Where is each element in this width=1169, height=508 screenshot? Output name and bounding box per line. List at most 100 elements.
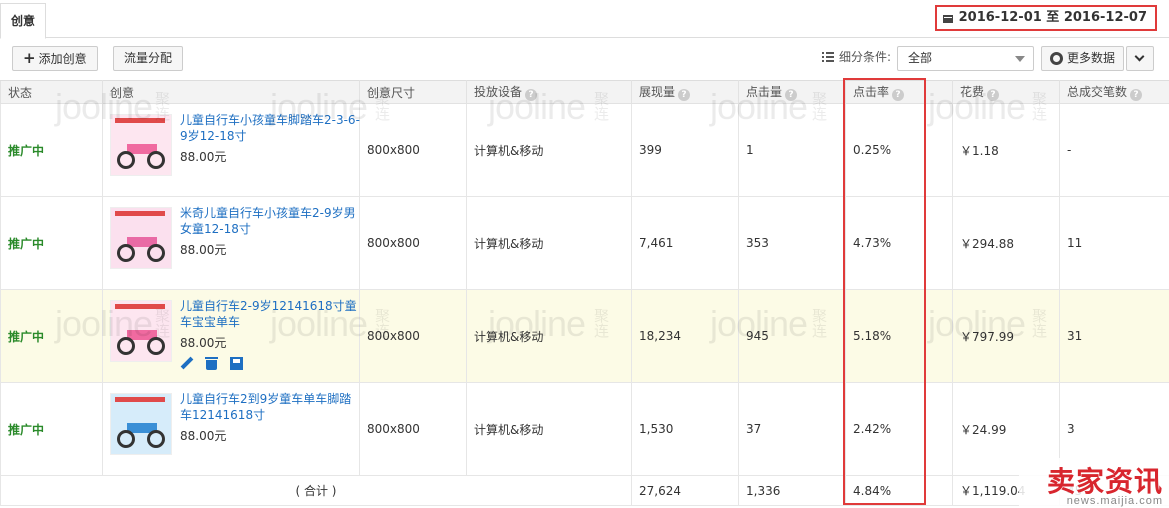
status-cell: 推广中 [0,103,103,197]
orders-cell: - [1059,103,1169,197]
table-row: 推广中 儿童自行车2-9岁12141618寸童车宝宝单车 88.00元 800x… [0,289,1169,383]
col-header-orders[interactable]: 总成交笔数? [1059,80,1169,104]
total-clicks: 1,336 [738,475,846,506]
more-data-button[interactable]: 更多数据 [1041,46,1125,71]
filter-label-group: 细分条件: [822,48,891,65]
creative-cell: 儿童自行车2-9岁12141618寸童车宝宝单车 88.00元 [102,289,360,383]
help-icon[interactable]: ? [987,89,1000,101]
size-cell: 800x800 [359,196,467,290]
col-header-impressions[interactable]: 展现量? [631,80,739,104]
edit-icon[interactable] [180,357,193,370]
device-cell: 计算机&移动 [466,289,632,383]
col-header-clicks[interactable]: 点击量? [738,80,846,104]
add-creative-button[interactable]: + 添加创意 [12,46,98,71]
gear-icon [1050,52,1063,65]
corner-logo-title: 卖家资讯 [1046,465,1163,498]
col-header-impressions-label: 展现量 [639,85,676,99]
ctr-cell: 2.42% [845,382,953,476]
col-header-size: 创意尺寸 [359,80,467,104]
col-header-device-label: 投放设备 [474,85,523,99]
more-data-dropdown-toggle[interactable] [1126,46,1154,71]
date-range-label: 2016-12-01 至 2016-12-07 [958,10,1147,25]
creative-title-link[interactable]: 儿童自行车2到9岁童车单车脚踏车12141618寸 [180,391,360,423]
filter-select[interactable]: 全部 [897,46,1034,71]
help-icon[interactable]: ? [1130,89,1143,101]
creative-cell: 米奇儿童自行车小孩童车2-9岁男女童12-18寸 88.00元 [102,196,360,290]
filter-select-value: 全部 [908,51,933,65]
clicks-cell: 945 [738,289,846,383]
tab-creative[interactable]: 创意 [0,3,46,39]
creative-table: 状态 创意 创意尺寸 投放设备? 展现量? 点击量? 点击率? 花费? 总成交笔… [0,80,1169,506]
cost-cell: ￥1.18 [952,103,1060,197]
cost-cell: ￥797.99 [952,289,1060,383]
table-header-row: 状态 创意 创意尺寸 投放设备? 展现量? 点击量? 点击率? 花费? 总成交笔… [0,80,1169,104]
toolbar: + 添加创意 流量分配 细分条件: 全部 更多数据 [0,38,1169,80]
date-range-picker[interactable]: 2016-12-01 至 2016-12-07 [934,5,1157,31]
device-cell: 计算机&移动 [466,196,632,290]
ctr-cell: 5.18% [845,289,953,383]
clicks-cell: 353 [738,196,846,290]
impressions-cell: 1,530 [631,382,739,476]
creative-price: 88.00元 [180,336,227,350]
table-row: 推广中 儿童自行车小孩童车脚踏车2-3-6-9岁12-18寸 88.00元 80… [0,103,1169,197]
list-icon [822,51,834,62]
col-header-ctr[interactable]: 点击率? [845,80,953,104]
product-thumbnail[interactable] [110,114,172,176]
size-cell: 800x800 [359,289,467,383]
total-label: ( 合计 ) [0,475,632,506]
help-icon[interactable]: ? [785,89,798,101]
help-icon[interactable]: ? [678,89,691,101]
row-actions [180,357,360,370]
col-header-status: 状态 [0,80,103,104]
impressions-cell: 7,461 [631,196,739,290]
help-icon[interactable]: ? [892,89,905,101]
status-cell: 推广中 [0,196,103,290]
product-thumbnail[interactable] [110,393,172,455]
creative-price: 88.00元 [180,150,227,164]
device-cell: 计算机&移动 [466,382,632,476]
impressions-cell: 18,234 [631,289,739,383]
size-cell: 800x800 [359,103,467,197]
creative-cell: 儿童自行车小孩童车脚踏车2-3-6-9岁12-18寸 88.00元 [102,103,360,197]
creative-price: 88.00元 [180,429,227,443]
corner-logo: 卖家资讯 news.maijia.com [1019,458,1169,508]
more-data-label: 更多数据 [1067,51,1116,65]
col-header-creative: 创意 [102,80,360,104]
table-row: 推广中 儿童自行车2到9岁童车单车脚踏车12141618寸 88.00元 800… [0,382,1169,476]
chevron-down-icon [1134,51,1145,62]
clicks-cell: 1 [738,103,846,197]
creative-cell: 儿童自行车2到9岁童车单车脚踏车12141618寸 88.00元 [102,382,360,476]
add-creative-label: 添加创意 [38,52,87,66]
trash-icon[interactable] [205,357,218,370]
ctr-cell: 0.25% [845,103,953,197]
filter-label: 细分条件: [839,50,892,64]
status-cell: 推广中 [0,382,103,476]
ctr-cell: 4.73% [845,196,953,290]
col-header-ctr-label: 点击率 [853,85,890,99]
table-row: 推广中 米奇儿童自行车小孩童车2-9岁男女童12-18寸 88.00元 800x… [0,196,1169,290]
caret-down-icon [1015,56,1025,62]
total-ctr: 4.84% [845,475,953,506]
calendar-icon [942,13,953,23]
impressions-cell: 399 [631,103,739,197]
creative-title-link[interactable]: 儿童自行车小孩童车脚踏车2-3-6-9岁12-18寸 [180,112,360,144]
orders-cell: 11 [1059,196,1169,290]
traffic-allocation-button[interactable]: 流量分配 [113,46,184,71]
tab-bar: 创意 2016-12-01 至 2016-12-07 [0,0,1169,39]
col-header-device: 投放设备? [466,80,632,104]
orders-cell: 31 [1059,289,1169,383]
product-thumbnail[interactable] [110,300,172,362]
save-icon[interactable] [230,357,243,370]
clicks-cell: 37 [738,382,846,476]
creative-title-link[interactable]: 米奇儿童自行车小孩童车2-9岁男女童12-18寸 [180,205,360,237]
device-cell: 计算机&移动 [466,103,632,197]
product-thumbnail[interactable] [110,207,172,269]
plus-icon: + [23,49,36,67]
total-impressions: 27,624 [631,475,739,506]
help-icon[interactable]: ? [525,89,538,101]
creative-title-link[interactable]: 儿童自行车2-9岁12141618寸童车宝宝单车 [180,298,360,330]
creative-price: 88.00元 [180,243,227,257]
col-header-cost[interactable]: 花费? [952,80,1060,104]
cost-cell: ￥294.88 [952,196,1060,290]
table-total-row: ( 合计 ) 27,624 1,336 4.84% ￥1,119.04 45 [0,475,1169,506]
